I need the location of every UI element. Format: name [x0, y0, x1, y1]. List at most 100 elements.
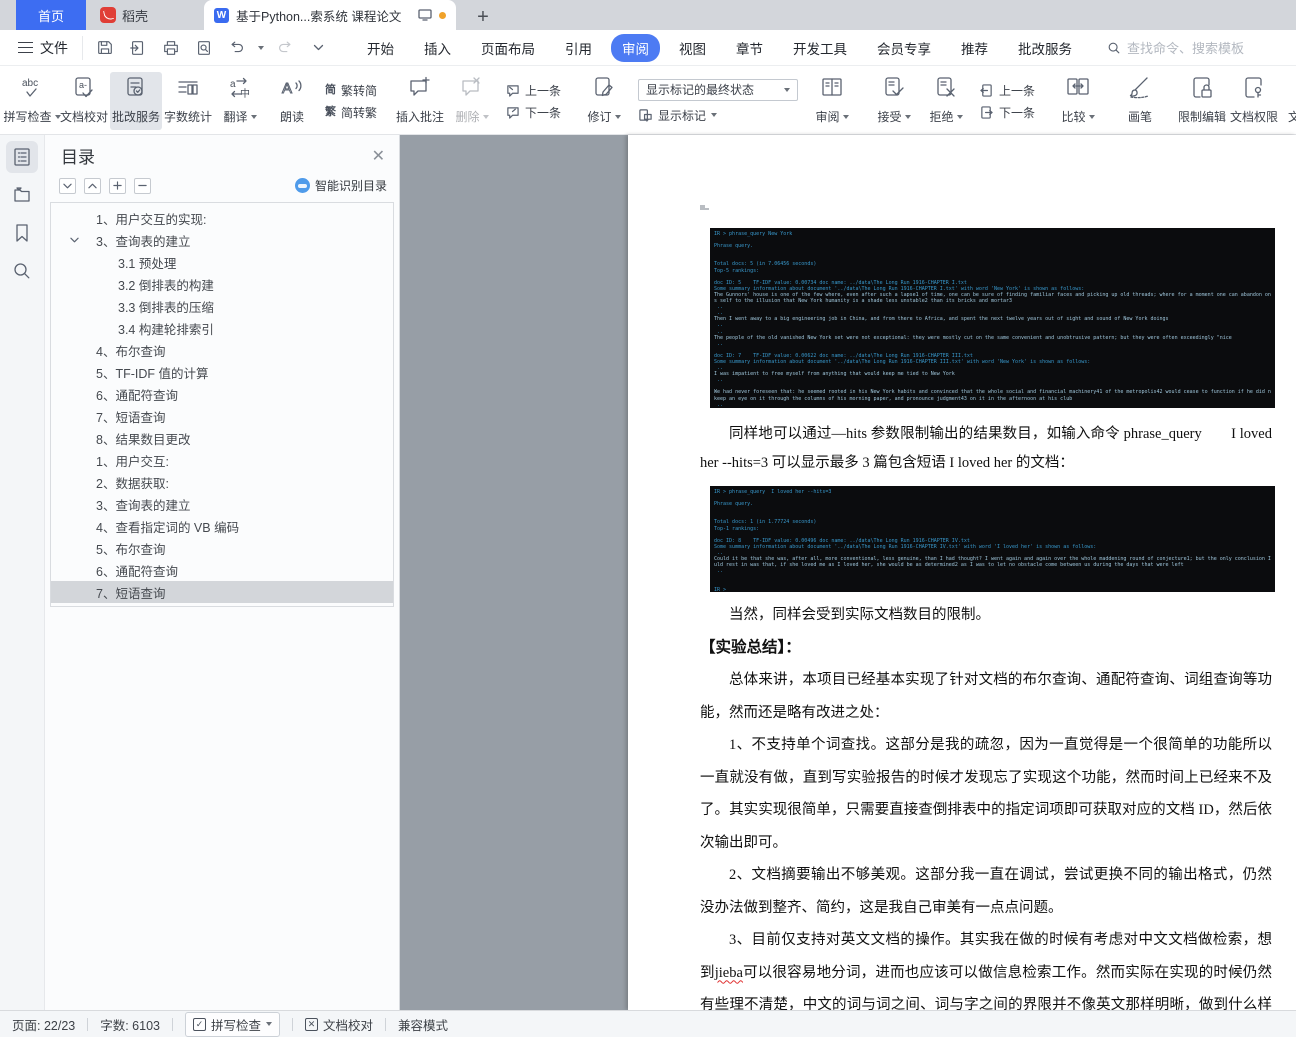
bookmark-panel-button[interactable] — [6, 217, 38, 249]
customize-toolbar-chevron-icon[interactable] — [306, 36, 330, 60]
expand-all-button[interactable] — [59, 177, 76, 194]
next-comment-button[interactable]: 下一条 — [505, 104, 561, 121]
zoom-in-level-button[interactable] — [109, 177, 126, 194]
menu-tab[interactable]: 会员专享 — [866, 34, 942, 62]
word-count-indicator[interactable]: 字数: 6103 — [100, 1015, 160, 1034]
correction-service-label: 批改服务 — [112, 110, 161, 124]
toc-item[interactable]: 7、短语查询 — [51, 581, 393, 603]
terminal-screenshot-1: IR > phrase_query New York Phrase query. T… — [710, 228, 1275, 408]
toc-item[interactable]: 4、查看指定词的 VB 编码 — [51, 515, 393, 537]
toc-item[interactable]: 5、TF-IDF 值的计算 — [51, 361, 393, 383]
toc-item[interactable]: 7、短语查询 — [51, 405, 393, 427]
compare-button[interactable]: 比较 — [1052, 72, 1104, 130]
toc-item[interactable]: 6、通配符查询 — [51, 383, 393, 405]
toc-item[interactable]: 3.1 预处理 — [51, 251, 393, 273]
reject-button[interactable]: 拒绝 — [920, 72, 972, 130]
comment-panel-button[interactable] — [6, 179, 38, 211]
print-button[interactable] — [159, 36, 183, 60]
status-doc-proof-button[interactable]: ✕ 文档校对 — [305, 1015, 373, 1034]
new-tab-button[interactable]: + — [470, 4, 496, 30]
outline-panel-button[interactable] — [6, 141, 38, 173]
tab-home[interactable]: 首页 — [16, 0, 86, 30]
save-button[interactable] — [93, 36, 117, 60]
doc-proof-button[interactable]: a- 文档校对 — [58, 72, 110, 130]
sidebar-icon-strip — [0, 135, 45, 1010]
tab-document[interactable]: W 基于Python...索系统 课程论文 — [204, 0, 457, 30]
print-preview-button[interactable] — [192, 36, 216, 60]
translate-button[interactable]: a中 翻译 — [214, 72, 266, 130]
undo-button[interactable] — [225, 36, 249, 60]
toc-item[interactable]: 4、布尔查询 — [51, 339, 393, 361]
track-changes-button[interactable]: 修订 — [578, 72, 630, 130]
word-count-button[interactable]: 字数统计 — [162, 72, 214, 130]
svg-text:a: a — [230, 79, 236, 90]
trad-to-simp-icon: 简 — [325, 83, 336, 96]
read-aloud-button[interactable]: A 朗读 — [266, 72, 318, 130]
prev-change-button[interactable]: 上一条 — [979, 82, 1035, 99]
tab-docer[interactable]: 稻壳 — [86, 0, 170, 30]
trad-to-simp-button[interactable]: 简 繁转简 — [325, 82, 377, 99]
toc-item[interactable]: 1、用户交互的实现: — [51, 207, 393, 229]
doc-auth-button[interactable]: 文档认 — [1280, 72, 1296, 130]
toc-item-label: 1、用户交互: — [96, 454, 169, 469]
doc-permission-button[interactable]: 文档权限 — [1228, 72, 1280, 130]
file-menu-button[interactable]: 文件 — [0, 38, 82, 58]
markup-state-select[interactable]: 显示标记的最终状态 — [638, 78, 799, 101]
svg-text:a-: a- — [79, 80, 87, 90]
insert-comment-button[interactable]: 插入批注 — [394, 72, 446, 130]
chevron-down-icon[interactable] — [66, 232, 82, 248]
page-indicator[interactable]: 页面: 22/23 — [12, 1015, 75, 1034]
toc-item[interactable]: 6、通配符查询 — [51, 559, 393, 581]
toc-item[interactable]: 5、布尔查询 — [51, 537, 393, 559]
prev-comment-button[interactable]: 上一条 — [505, 82, 561, 99]
toc-item[interactable]: 3、查询表的建立 — [51, 229, 393, 251]
toc-item[interactable]: 3.2 倒排表的构建 — [51, 273, 393, 295]
find-panel-button[interactable] — [6, 255, 38, 287]
paragraph-overview: 总体来讲，本项目已经基本实现了针对文档的布尔查询、通配符查询、词组查询等功能，然… — [700, 672, 1272, 721]
menu-tab[interactable]: 引用 — [554, 34, 603, 62]
zoom-out-level-button[interactable] — [134, 177, 151, 194]
toc-item[interactable]: 3.4 构建轮排索引 — [51, 317, 393, 339]
spellcheck-flagged-word: jieba — [714, 964, 743, 981]
toc-item-label: 3.3 倒排表的压缩 — [118, 300, 214, 315]
simp-to-trad-button[interactable]: 繁 简转繁 — [325, 104, 377, 121]
document-page[interactable]: IR > phrase_query New York Phrase query. T… — [628, 135, 1296, 1037]
status-spell-check-button[interactable]: ✓ 拼写检查 — [185, 1011, 281, 1037]
next-change-icon — [981, 105, 993, 119]
toc-item[interactable]: 3、查询表的建立 — [51, 493, 393, 515]
toc-item[interactable]: 3.3 倒排表的压缩 — [51, 295, 393, 317]
menu-tab[interactable]: 插入 — [413, 34, 462, 62]
menu-tab[interactable]: 开发工具 — [782, 34, 858, 62]
redo-button[interactable] — [273, 36, 297, 60]
accept-button[interactable]: 接受 — [868, 72, 920, 130]
command-search[interactable]: 查找命令、搜索模板 — [1107, 38, 1244, 57]
insert-comment-label: 插入批注 — [396, 110, 445, 124]
status-spell-check-caret[interactable] — [266, 1022, 273, 1026]
menu-tab[interactable]: 页面布局 — [470, 34, 546, 62]
toc-item[interactable]: 1、用户交互: — [51, 449, 393, 471]
menu-tab[interactable]: 开始 — [356, 34, 405, 62]
undo-dropdown-caret[interactable] — [258, 45, 264, 50]
close-icon[interactable]: ✕ — [372, 146, 385, 166]
restrict-edit-button[interactable]: 限制编辑 — [1176, 72, 1228, 130]
correction-service-button[interactable]: 批改服务 — [110, 72, 162, 130]
export-button[interactable] — [126, 36, 150, 60]
menu-tab[interactable]: 审阅 — [611, 33, 660, 62]
doc-auth-label: 文档认 — [1288, 108, 1296, 125]
smart-toc-button[interactable]: 智能识别目录 — [294, 177, 387, 194]
collapse-all-button[interactable] — [84, 177, 101, 194]
toc-item[interactable]: 2、数据获取: — [51, 471, 393, 493]
review-pane-button[interactable]: 审阅 — [806, 72, 858, 130]
show-markup-button[interactable]: 显示标记 — [638, 107, 798, 124]
spell-check-button[interactable]: abc 拼写检查 — [4, 72, 61, 130]
next-change-button[interactable]: 下一条 — [979, 104, 1035, 121]
menu-tab[interactable]: 推荐 — [950, 34, 999, 62]
outline-icon — [14, 148, 30, 166]
sync-screen-icon[interactable] — [418, 9, 432, 21]
menu-tab[interactable]: 章节 — [725, 34, 774, 62]
menu-tab[interactable]: 视图 — [668, 34, 717, 62]
brush-button[interactable]: 画笔 — [1114, 72, 1166, 130]
toc-item[interactable]: 8、结果数目更改 — [51, 427, 393, 449]
menu-tab[interactable]: 批改服务 — [1007, 34, 1083, 62]
delete-comment-button[interactable]: 删除 — [446, 72, 498, 130]
